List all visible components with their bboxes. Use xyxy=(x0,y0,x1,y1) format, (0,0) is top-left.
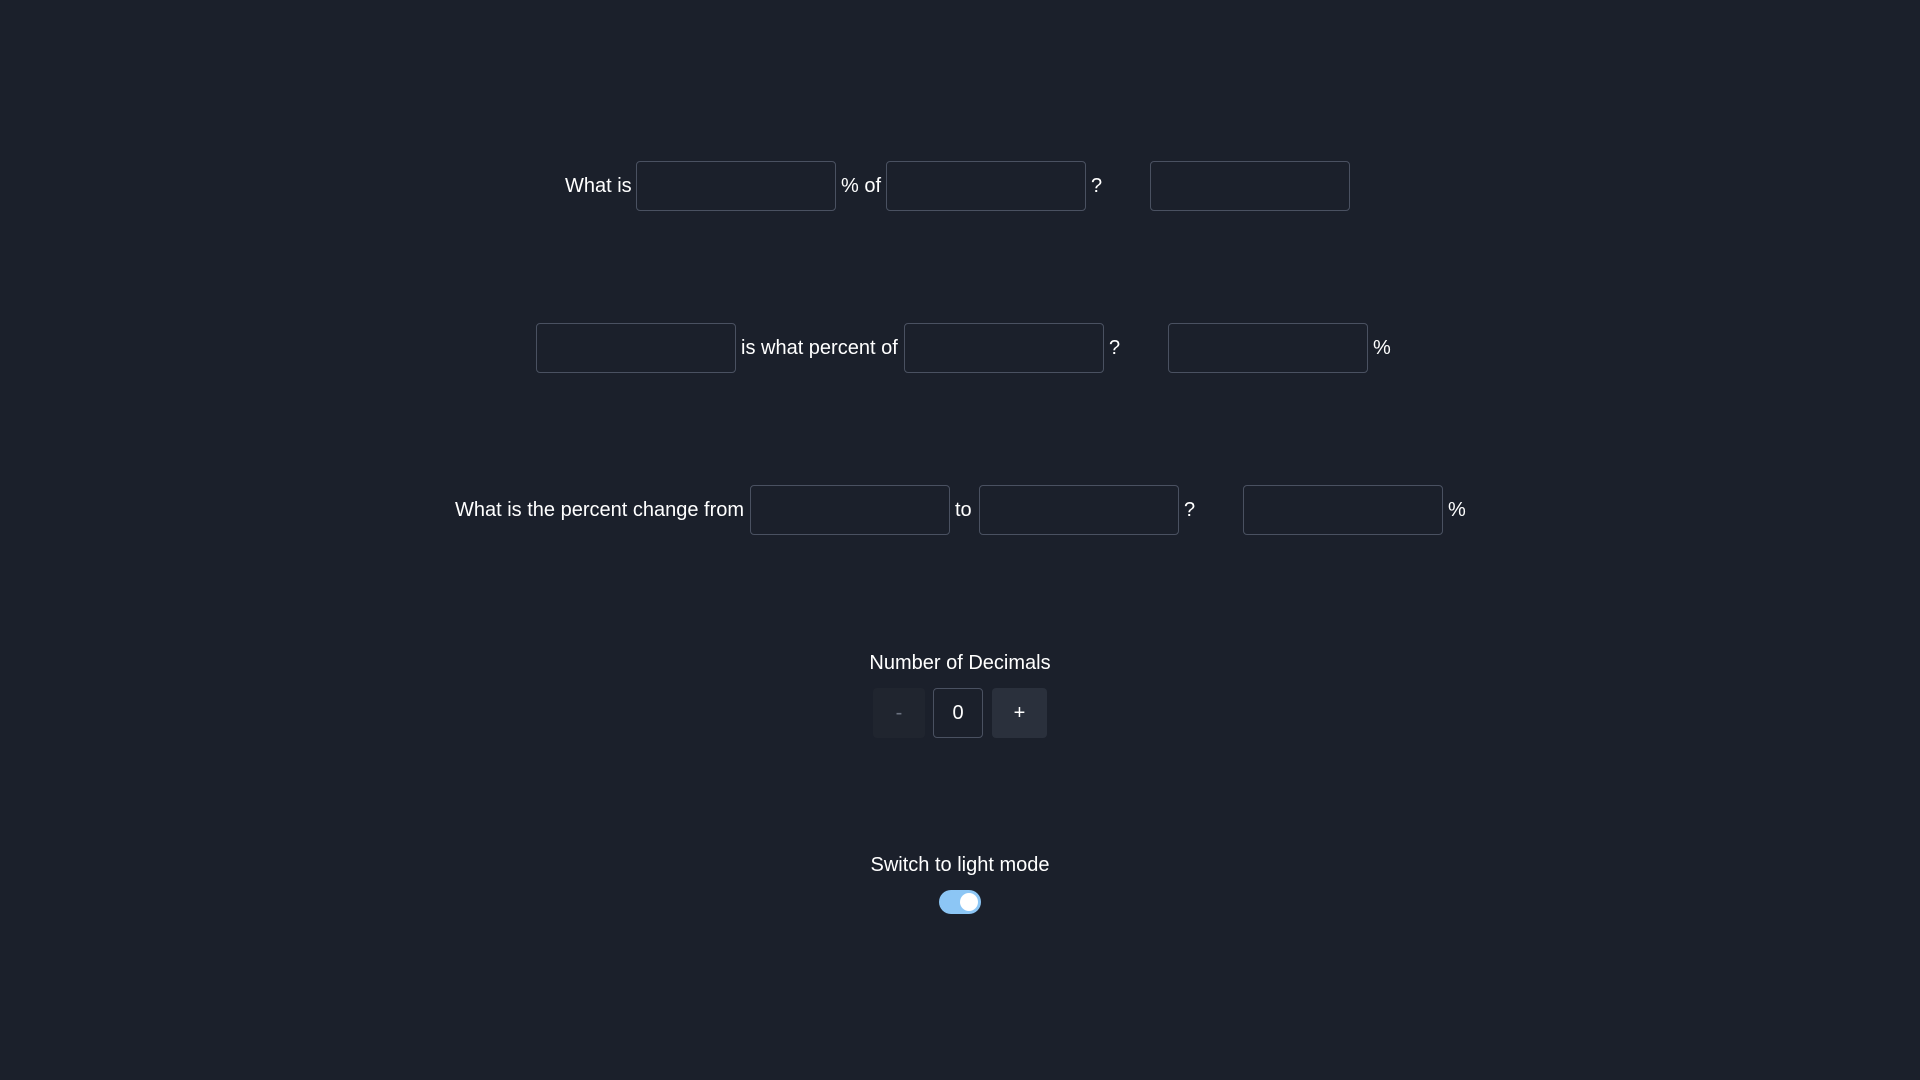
percent-of-middle-label: % of xyxy=(841,175,882,197)
decimals-stepper: - 0 + xyxy=(873,688,1047,738)
percent-of-prefix-label: What is xyxy=(565,175,632,197)
whole-value-input[interactable] xyxy=(904,323,1104,373)
question-mark-label: ? xyxy=(1091,175,1103,197)
part-value-input[interactable] xyxy=(536,323,736,373)
increment-decimals-button[interactable]: + xyxy=(992,688,1047,738)
theme-toggle-label: Switch to light mode xyxy=(870,854,1050,876)
light-mode-toggle[interactable] xyxy=(939,890,981,914)
percent-input[interactable] xyxy=(636,161,836,211)
percent-suffix-label: % xyxy=(1448,499,1466,521)
percent-change-row: What is the percent change from to ? % xyxy=(0,485,1920,535)
what-percent-row: is what percent of ? % xyxy=(0,323,1920,373)
toggle-knob xyxy=(960,893,978,911)
percent-of-result-field[interactable] xyxy=(1150,161,1350,211)
percent-suffix-label: % xyxy=(1373,337,1391,359)
decrement-decimals-button[interactable]: - xyxy=(873,688,925,738)
decimals-value: 0 xyxy=(933,688,983,738)
decimals-label: Number of Decimals xyxy=(869,652,1051,674)
to-value-input[interactable] xyxy=(979,485,1179,535)
percent-change-prefix-label: What is the percent change from xyxy=(455,499,745,521)
question-mark-label: ? xyxy=(1184,499,1196,521)
of-value-input[interactable] xyxy=(886,161,1086,211)
to-label: to xyxy=(955,499,972,521)
question-mark-label: ? xyxy=(1109,337,1121,359)
percent-of-row: What is % of ? xyxy=(0,161,1920,211)
percentage-calculator-page: What is % of ? is what percent of ? % Wh… xyxy=(0,0,1920,1080)
what-percent-middle-label: is what percent of xyxy=(741,337,898,359)
from-value-input[interactable] xyxy=(750,485,950,535)
percent-change-result-field[interactable] xyxy=(1243,485,1443,535)
what-percent-result-field[interactable] xyxy=(1168,323,1368,373)
